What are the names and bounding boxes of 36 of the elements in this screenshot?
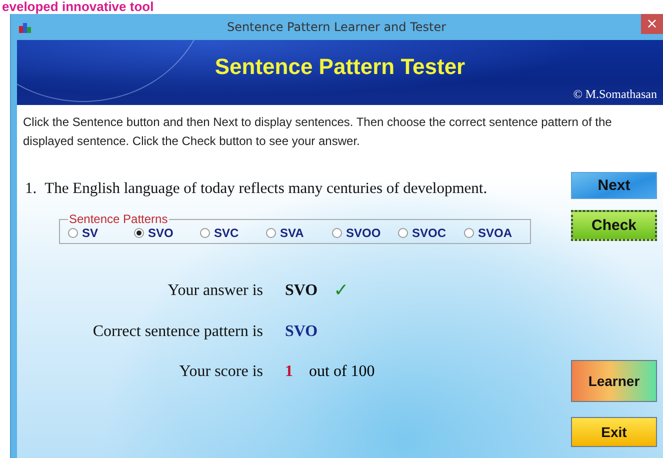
pattern-label[interactable]: SV <box>82 226 98 240</box>
pattern-radio[interactable] <box>134 228 144 238</box>
pattern-radio[interactable] <box>200 228 210 238</box>
banner-title: Sentence Pattern Tester <box>214 54 466 80</box>
next-button[interactable]: Next <box>571 172 657 199</box>
page-caption: eveloped innovative tool <box>1 0 155 14</box>
learner-button[interactable]: Learner <box>571 360 657 402</box>
pattern-radio[interactable] <box>398 228 408 238</box>
app-icon <box>18 20 32 34</box>
exit-button[interactable]: Exit <box>571 417 657 447</box>
result-label: Your answer is <box>166 282 263 300</box>
group-legend: Sentence Patterns <box>68 212 169 226</box>
pattern-label[interactable]: SVOA <box>478 226 512 240</box>
pattern-radio[interactable] <box>332 228 342 238</box>
credit-text: © M.Somathasan <box>573 87 657 102</box>
pattern-radio[interactable] <box>68 228 78 238</box>
question-number: 1. <box>25 180 37 198</box>
window-title: Sentence Pattern Learner and Tester <box>226 20 448 34</box>
close-button[interactable]: × <box>641 14 663 34</box>
result-label: Correct sentence pattern is <box>92 323 263 341</box>
pattern-label[interactable]: SVA <box>280 226 304 240</box>
result-value: 1 <box>285 363 293 381</box>
result-value: SVO <box>285 323 318 341</box>
score-total: out of 100 <box>309 363 375 381</box>
pattern-label[interactable]: SVO <box>148 226 174 240</box>
instructions-text: Click the Sentence button and then Next to display sentences. Then choose the correct sentence pattern of the displayed sentence. Click the Check button to see your answer. <box>23 114 613 150</box>
check-button[interactable]: Check <box>571 210 657 241</box>
result-value: SVO <box>285 282 318 300</box>
result-label: Your score is <box>178 363 263 381</box>
question-sentence: The English language of today reflects many centuries of development. <box>44 180 488 198</box>
pattern-radio[interactable] <box>464 228 474 238</box>
pattern-radio[interactable] <box>266 228 276 238</box>
check-mark: ✓ <box>334 280 349 301</box>
pattern-label[interactable]: SVC <box>214 226 239 240</box>
pattern-label[interactable]: SVOO <box>346 226 381 240</box>
pattern-label[interactable]: SVOC <box>412 226 446 240</box>
